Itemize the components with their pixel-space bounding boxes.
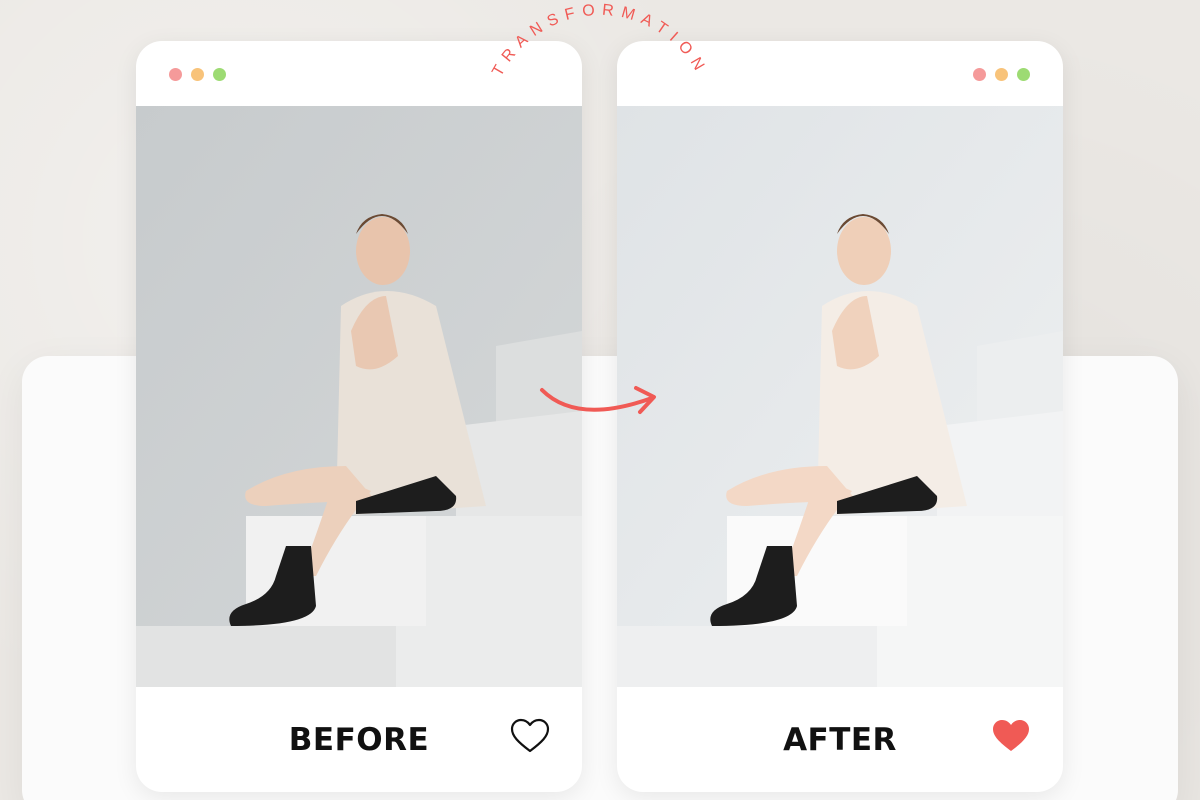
after-card: AFTER	[617, 41, 1063, 792]
svg-text:TRANSFORMATION: TRANSFORMATION	[489, 2, 711, 80]
before-label-row: BEFORE	[136, 687, 582, 792]
dot-red[interactable]	[169, 68, 182, 81]
dot-red[interactable]	[973, 68, 986, 81]
arc-title-text: TRANSFORMATION	[489, 2, 704, 80]
arc-title: TRANSFORMATION	[489, 2, 711, 80]
window-dots	[973, 68, 1030, 81]
heart-filled-icon[interactable]	[991, 718, 1031, 754]
dot-green[interactable]	[213, 68, 226, 81]
heart-outline-icon[interactable]	[510, 718, 550, 754]
after-label-row: AFTER	[617, 687, 1063, 792]
before-photo	[136, 106, 582, 687]
dot-yellow[interactable]	[191, 68, 204, 81]
dot-yellow[interactable]	[995, 68, 1008, 81]
curved-arrow-right-icon	[540, 386, 656, 414]
window-dots	[169, 68, 226, 81]
dot-green[interactable]	[1017, 68, 1030, 81]
after-caption: AFTER	[783, 721, 897, 758]
after-photo	[617, 106, 1063, 687]
before-card: BEFORE	[136, 41, 582, 792]
before-caption: BEFORE	[288, 721, 430, 758]
